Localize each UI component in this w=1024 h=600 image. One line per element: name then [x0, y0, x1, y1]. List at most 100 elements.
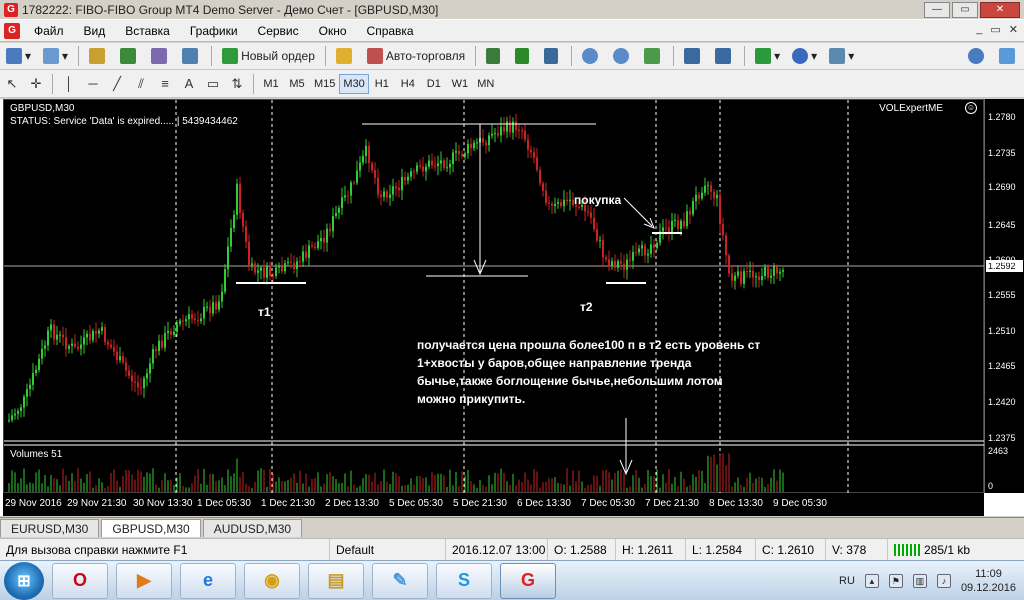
close-button[interactable]: ✕ — [980, 2, 1020, 18]
tray-network-icon[interactable]: ▥ — [912, 574, 927, 588]
timeframe-w1[interactable]: W1 — [447, 74, 473, 94]
timeframe-mn[interactable]: MN — [473, 74, 499, 94]
tab-eurusd[interactable]: EURUSD,M30 — [0, 519, 100, 537]
candle-body — [218, 301, 220, 310]
chat-button[interactable] — [995, 45, 1022, 67]
candle-body — [14, 413, 16, 416]
cursor-tool[interactable]: ↖ — [0, 73, 24, 95]
system-clock[interactable]: 11:09 09.12.2016 — [961, 567, 1016, 595]
taskbar-media-player[interactable]: ▶ — [116, 562, 172, 599]
comment-line: можно прикупить. — [417, 392, 526, 406]
search-button[interactable] — [964, 45, 991, 67]
new-chart-button[interactable]: ▾ — [2, 45, 35, 67]
indicators-button[interactable]: ▾ — [751, 45, 784, 67]
label-tool[interactable]: ▭ — [201, 73, 225, 95]
chart-shift-button[interactable] — [680, 45, 707, 67]
strategy-tester-button[interactable] — [178, 45, 205, 67]
navigator-icon — [120, 48, 137, 64]
autoscroll-button[interactable] — [711, 45, 738, 67]
volumes-label: Volumes 51 — [10, 449, 63, 460]
timeframe-h4[interactable]: H4 — [395, 74, 421, 94]
taskbar-opera[interactable]: O — [52, 562, 108, 599]
skype-icon: S — [457, 570, 470, 590]
start-button[interactable]: ⊞ — [4, 561, 44, 600]
periods-button[interactable]: ▾ — [788, 45, 821, 67]
candle-body — [173, 331, 175, 335]
status-connection[interactable]: 285/1 kb — [888, 539, 976, 561]
candle-body — [71, 343, 73, 346]
menu-insert[interactable]: Вставка — [115, 20, 180, 42]
system-tray: RU ▴ ⚑ ▥ ♪ 11:09 09.12.2016 — [839, 561, 1016, 600]
templates-button[interactable]: ▾ — [825, 45, 858, 67]
price-level-label: 1.2735 — [988, 148, 1016, 158]
channel-tool[interactable]: ⫽ — [129, 73, 153, 95]
mdi-close-button[interactable]: ✕ — [1009, 23, 1018, 36]
timeframe-m30[interactable]: M30 — [339, 73, 369, 94]
timeframe-m15[interactable]: M15 — [310, 74, 339, 94]
zoom-in-button[interactable] — [578, 45, 605, 67]
candle-body — [683, 220, 685, 227]
taskbar-skype[interactable]: S — [436, 562, 492, 599]
price-chart[interactable]: GBPUSD,M30 STATUS: Service 'Data' is exp… — [3, 99, 985, 494]
tray-expand-icon[interactable]: ▴ — [864, 574, 879, 588]
fibo-tool[interactable]: ≡ — [153, 73, 177, 95]
text-tool[interactable]: A — [177, 73, 201, 95]
taskbar-explorer[interactable]: ▤ — [308, 562, 364, 599]
menu-tools[interactable]: Сервис — [248, 20, 309, 42]
tray-volume-icon[interactable]: ♪ — [936, 574, 951, 588]
minimize-button[interactable]: — — [924, 2, 950, 18]
mdi-restore-button[interactable]: ▭ — [990, 23, 1000, 36]
vertical-line-tool[interactable]: │ — [57, 73, 81, 95]
navigator-button[interactable] — [116, 45, 143, 67]
new-order-button[interactable]: Новый ордер — [218, 45, 319, 67]
crosshair-tool[interactable]: ✛ — [24, 73, 48, 95]
candle-body — [8, 419, 10, 421]
taskbar-internet-explorer[interactable]: e — [180, 562, 236, 599]
mdi-chart-icon[interactable]: G — [4, 22, 20, 39]
terminal-button[interactable] — [147, 45, 174, 67]
title-bar: G 1782222: FIBO-FIBO Group MT4 Demo Serv… — [0, 0, 1024, 20]
taskbar-fibo-mt4[interactable]: G — [500, 562, 556, 599]
candlestick-button[interactable] — [511, 45, 536, 67]
candle-body — [242, 212, 244, 227]
menu-charts[interactable]: Графики — [180, 20, 248, 42]
maximize-button[interactable]: ▭ — [952, 2, 978, 18]
candle-body — [65, 337, 67, 349]
tab-gbpusd[interactable]: GBPUSD,M30 — [101, 519, 201, 537]
market-watch-button[interactable] — [85, 45, 112, 67]
tab-audusd[interactable]: AUDUSD,M30 — [202, 519, 303, 537]
candle-body — [404, 177, 406, 181]
channel-icon: ⫽ — [138, 75, 144, 91]
mdi-minimize-button[interactable]: _ — [976, 23, 982, 36]
candle-body — [734, 275, 736, 281]
candle-body — [86, 333, 88, 338]
timeframe-m5[interactable]: M5 — [284, 74, 310, 94]
candle-body — [674, 220, 676, 222]
profiles-button[interactable]: ▾ — [39, 45, 72, 67]
tray-flag-icon[interactable]: ⚑ — [888, 574, 903, 588]
price-scale[interactable]: 1.2592 2463 0 1.2780 1.2735 1.2690 1.2645 1.… — [984, 99, 1024, 493]
autotrading-button[interactable]: Авто-торговля — [363, 45, 469, 67]
menu-view[interactable]: Вид — [74, 20, 116, 42]
arrows-tool[interactable]: ⇅ — [225, 73, 249, 95]
candle-body — [53, 324, 55, 340]
candle-body — [341, 197, 343, 209]
tile-windows-button[interactable] — [640, 45, 667, 67]
trendline-tool[interactable]: ╱ — [105, 73, 129, 95]
horizontal-line-tool[interactable]: ─ — [81, 73, 105, 95]
menu-help[interactable]: Справка — [357, 20, 424, 42]
timeframe-m1[interactable]: M1 — [258, 74, 284, 94]
line-chart-button[interactable] — [540, 45, 565, 67]
zoom-out-button[interactable] — [609, 45, 636, 67]
taskbar-chrome[interactable]: ◉ — [244, 562, 300, 599]
menu-file[interactable]: Файл — [24, 20, 74, 42]
metaeditor-button[interactable] — [332, 45, 359, 67]
language-indicator[interactable]: RU — [839, 575, 855, 587]
bar-chart-button[interactable] — [482, 45, 507, 67]
candle-body — [32, 372, 34, 385]
timeframe-h1[interactable]: H1 — [369, 74, 395, 94]
taskbar-paint[interactable]: ✎ — [372, 562, 428, 599]
timeframe-d1[interactable]: D1 — [421, 74, 447, 94]
time-axis[interactable]: 29 Nov 2016 29 Nov 21:30 30 Nov 13:30 1 Dec… — [3, 493, 984, 516]
menu-window[interactable]: Окно — [309, 20, 357, 42]
